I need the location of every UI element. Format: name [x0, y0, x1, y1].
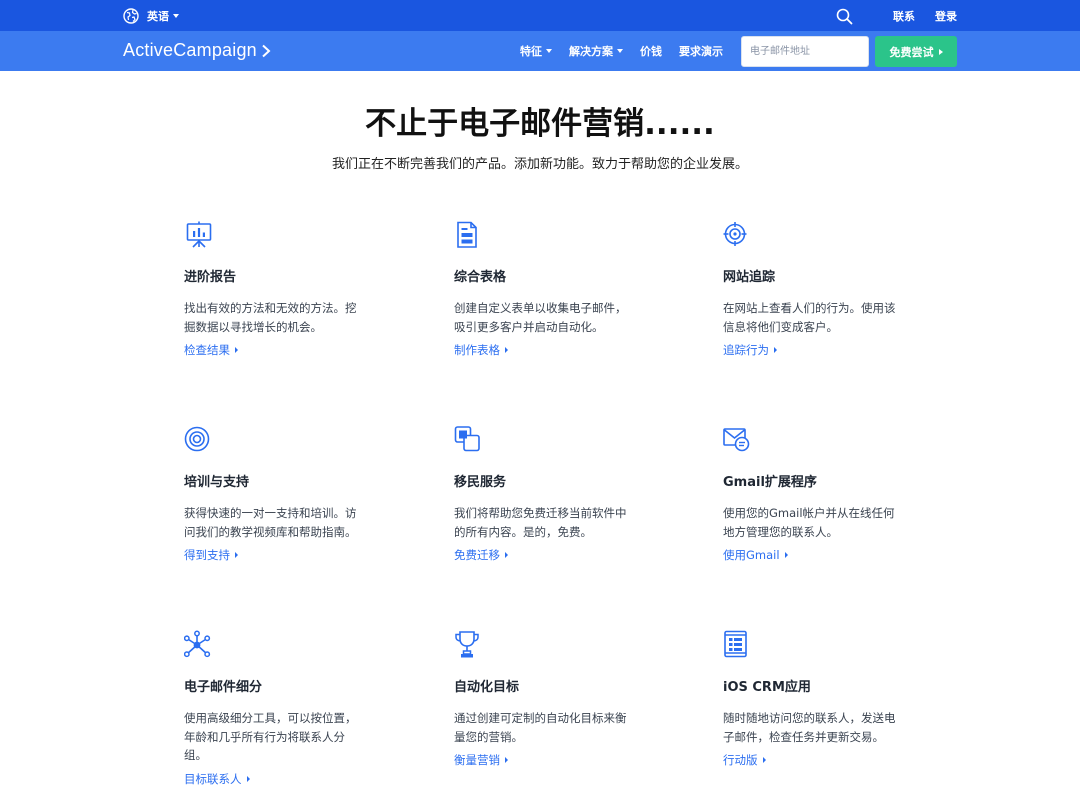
chevron-down-icon — [617, 49, 623, 53]
arrow-right-icon — [235, 347, 238, 353]
feature-description: 随时随地访问您的联系人，发送电子邮件，检查任务并更新交易。 — [723, 711, 896, 744]
feature-link-label: 行动版 — [723, 753, 758, 767]
logo-chevron-icon — [261, 44, 271, 58]
nav-features-label: 特征 — [520, 45, 542, 58]
mobile-app-icon — [724, 630, 747, 658]
free-trial-button[interactable]: 免费尝试 — [875, 36, 957, 67]
form-document-icon — [457, 221, 477, 248]
feature-gmail-extension: Gmail扩展程序 使用您的Gmail帐户并从在线任何地方管理您的联系人。 使用… — [723, 425, 923, 563]
arrow-right-icon — [505, 552, 508, 558]
feature-description: 使用高级细分工具，可以按位置，年龄和几乎所有行为将联系人分组。 — [184, 711, 357, 762]
email-input[interactable] — [741, 36, 869, 67]
feature-training-support: 培训与支持 获得快速的一对一支持和培训。访问我们的教学视频库和帮助指南。 得到支… — [184, 425, 384, 563]
feature-title: 培训与支持 — [184, 475, 250, 490]
feature-link-measure-marketing[interactable]: 衡量营销 — [454, 752, 508, 768]
feature-link-make-forms[interactable]: 制作表格 — [454, 342, 508, 358]
globe-icon — [123, 8, 139, 24]
arrow-right-icon — [246, 775, 250, 782]
nav-request-demo-label: 要求演示 — [679, 45, 723, 58]
arrow-right-icon — [235, 552, 238, 558]
feature-link-check-results[interactable]: 检查结果 — [184, 342, 238, 358]
feature-site-tracking: 网站追踪 在网站上查看人们的行为。使用该信息将他们变成客户。 追踪行为 — [723, 220, 923, 358]
feature-email-segmentation: 电子邮件细分 使用高级细分工具，可以按位置，年龄和几乎所有行为将联系人分组。 目… — [184, 630, 384, 787]
feature-link-target-contacts[interactable]: 目标联系人 — [184, 771, 250, 787]
feature-link-free-migration[interactable]: 免费迁移 — [454, 547, 508, 563]
feature-title: 综合表格 — [454, 270, 507, 285]
feature-description: 通过创建可定制的自动化目标来衡量您的营销。 — [454, 711, 627, 744]
feature-description: 获得快速的一对一支持和培训。访问我们的教学视频库和帮助指南。 — [184, 506, 357, 539]
arrow-right-icon — [762, 757, 766, 763]
target-crosshair-icon — [723, 222, 747, 246]
nav-solutions[interactable]: 解决方案 — [569, 43, 623, 59]
feature-link-label: 免费迁移 — [454, 548, 500, 562]
feature-link-label: 制作表格 — [454, 343, 500, 357]
feature-title: 电子邮件细分 — [184, 680, 263, 695]
feature-link-label: 使用Gmail — [723, 548, 780, 562]
feature-title: Gmail扩展程序 — [723, 475, 817, 490]
feature-title: iOS CRM应用 — [723, 680, 811, 695]
search-button[interactable] — [836, 8, 853, 25]
feature-link-mobile-version[interactable]: 行动版 — [723, 752, 766, 768]
feature-description: 在网站上查看人们的行为。使用该信息将他们变成客户。 — [723, 301, 896, 334]
feature-link-get-support[interactable]: 得到支持 — [184, 547, 238, 563]
arrow-right-icon — [505, 757, 508, 763]
feature-title: 自动化目标 — [454, 680, 520, 695]
chevron-down-icon — [546, 49, 552, 53]
feature-title: 进阶报告 — [184, 270, 237, 285]
login-link[interactable]: 登录 — [935, 8, 957, 24]
feature-link-use-gmail[interactable]: 使用Gmail — [723, 547, 788, 563]
feature-integrated-forms: 综合表格 创建自定义表单以收集电子邮件，吸引更多客户并启动自动化。 制作表格 — [454, 220, 654, 358]
arrow-right-icon — [774, 347, 777, 353]
brand-logo-text: ActiveCampaign — [123, 40, 257, 60]
feature-description: 使用您的Gmail帐户并从在线任何地方管理您的联系人。 — [723, 506, 895, 539]
feature-ios-crm-app: iOS CRM应用 随时随地访问您的联系人，发送电子邮件，检查任务并更新交易。 … — [723, 630, 923, 768]
feature-link-label: 衡量营销 — [454, 753, 500, 767]
trophy-icon — [455, 631, 479, 658]
feature-link-label: 检查结果 — [184, 343, 230, 357]
feature-link-label: 目标联系人 — [184, 771, 242, 786]
presentation-chart-icon — [186, 221, 212, 248]
feature-automation-goals: 自动化目标 通过创建可定制的自动化目标来衡量您的营销。 衡量营销 — [454, 630, 654, 768]
page-subtitle: 我们正在不断完善我们的产品。添加新功能。致力于帮助您的企业发展。 — [331, 157, 748, 172]
page-title: 不止于电子邮件营销...... — [365, 106, 715, 142]
nav-solutions-label: 解决方案 — [569, 45, 613, 58]
arrow-right-icon — [505, 347, 508, 353]
feature-link-track-behavior[interactable]: 追踪行为 — [723, 342, 777, 358]
contact-link[interactable]: 联系 — [893, 8, 915, 24]
nav-pricing-label: 价钱 — [640, 45, 662, 58]
nav-pricing[interactable]: 价钱 — [640, 43, 662, 59]
language-label: 英语 — [147, 10, 169, 23]
feature-advanced-reporting: 进阶报告 找出有效的方法和无效的方法。挖掘数据以寻找增长的机会。 检查结果 — [184, 220, 384, 358]
nav-features[interactable]: 特征 — [520, 43, 552, 59]
nav-request-demo[interactable]: 要求演示 — [679, 43, 723, 59]
arrow-right-icon — [784, 552, 788, 558]
arrow-right-icon — [938, 48, 943, 55]
brand-logo[interactable]: ActiveCampaign — [123, 40, 271, 61]
migration-boxes-icon — [454, 426, 480, 452]
envelope-chat-icon — [723, 428, 750, 452]
feature-title: 网站追踪 — [723, 270, 776, 285]
feature-title: 移民服务 — [454, 475, 507, 490]
network-nodes-icon — [184, 630, 211, 658]
feature-description: 我们将帮助您免费迁移当前软件中的所有内容。是的，免费。 — [454, 506, 627, 539]
feature-description: 找出有效的方法和无效的方法。挖掘数据以寻找增长的机会。 — [184, 301, 357, 334]
lifebuoy-icon — [184, 426, 210, 452]
feature-migration-services: 移民服务 我们将帮助您免费迁移当前软件中的所有内容。是的，免费。 免费迁移 — [454, 425, 654, 563]
free-trial-label: 免费尝试 — [889, 45, 934, 59]
feature-link-label: 得到支持 — [184, 548, 230, 562]
feature-link-label: 追踪行为 — [723, 343, 769, 357]
feature-description: 创建自定义表单以收集电子邮件，吸引更多客户并启动自动化。 — [454, 301, 627, 334]
top-utility-bar: 英语 联系 登录 — [0, 0, 1080, 31]
chevron-down-icon — [173, 14, 179, 18]
search-icon — [836, 8, 853, 24]
language-selector[interactable]: 英语 — [123, 8, 179, 24]
